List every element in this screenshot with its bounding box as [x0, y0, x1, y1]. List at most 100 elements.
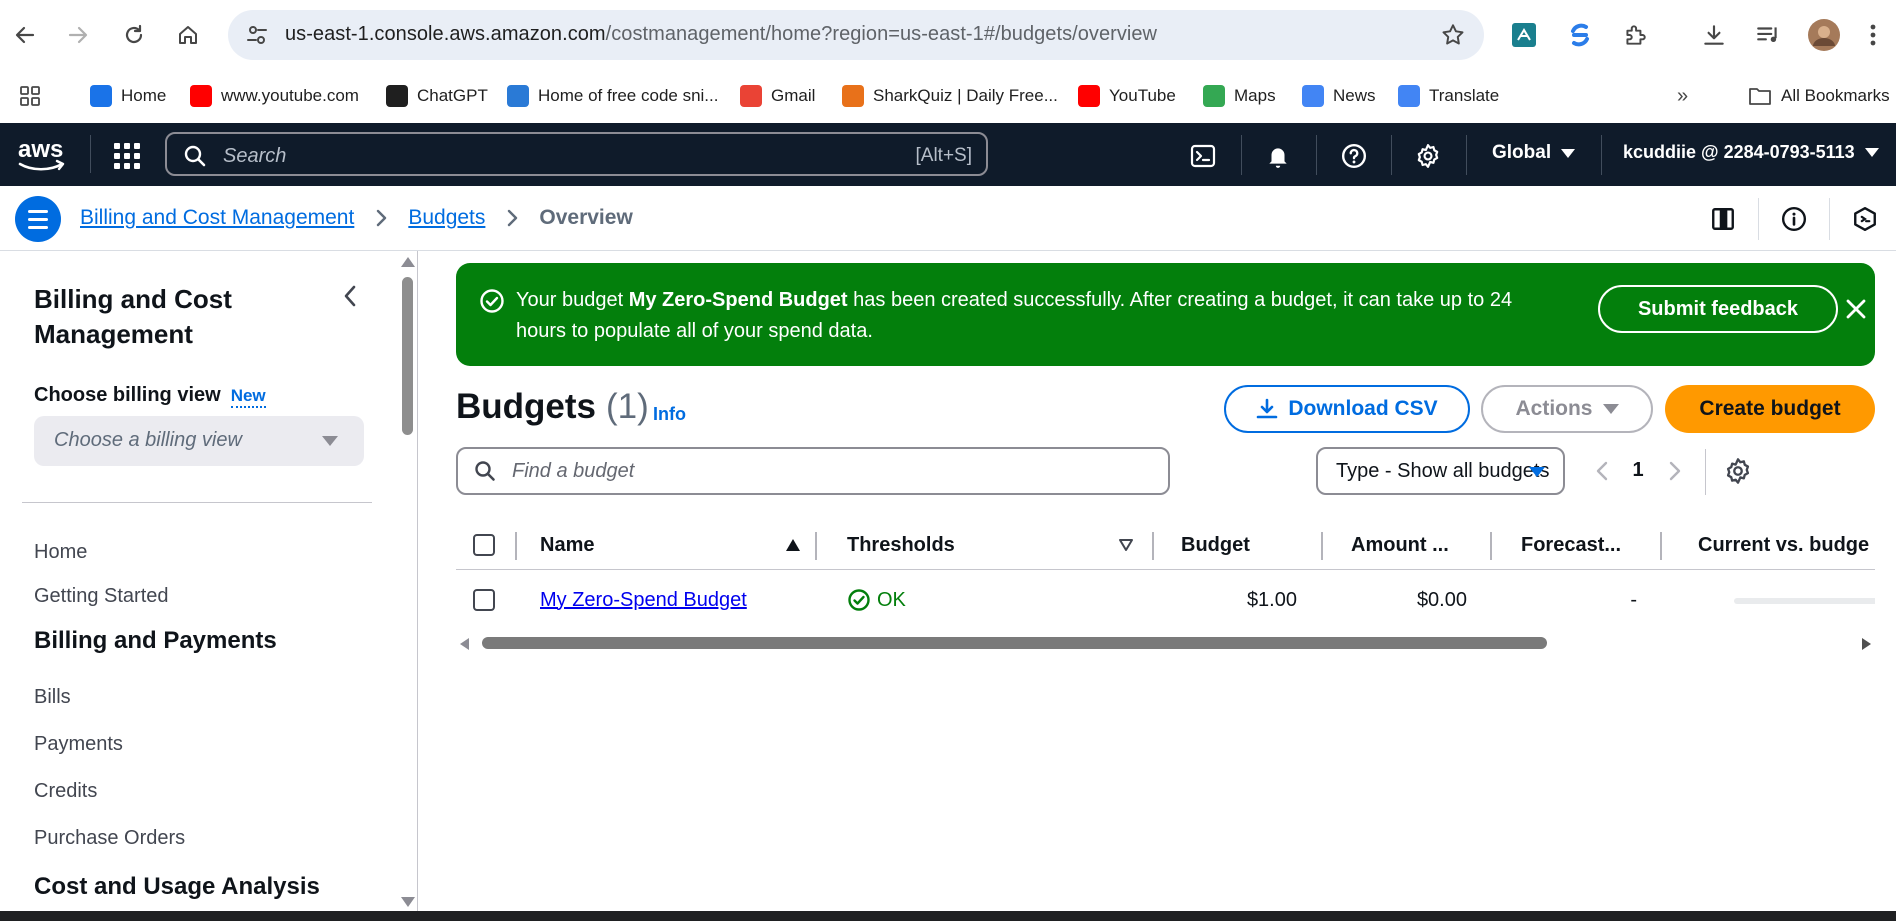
downloads-icon[interactable]	[1697, 18, 1731, 52]
submit-feedback-button[interactable]: Submit feedback	[1598, 285, 1838, 333]
cloudshell-icon[interactable]	[1186, 139, 1220, 173]
forward-arrow-icon	[68, 26, 88, 44]
billing-view-select[interactable]: Choose a billing view	[34, 416, 364, 466]
create-budget-button[interactable]: Create budget	[1665, 385, 1875, 433]
pagination-previous-button[interactable]	[1590, 458, 1614, 484]
reload-icon	[125, 24, 143, 44]
bookmark-item[interactable]: Gmail	[740, 80, 815, 112]
scroll-down-arrow-icon[interactable]	[401, 897, 415, 907]
side-nav-purchase-orders[interactable]: Purchase Orders	[34, 827, 185, 850]
back-button[interactable]	[8, 18, 42, 52]
address-bar[interactable]: us-east-1.console.aws.amazon.com/costman…	[228, 10, 1484, 60]
sort-descending-icon[interactable]	[1118, 538, 1134, 552]
settings-gear-icon[interactable]	[1411, 139, 1445, 173]
scroll-left-arrow-icon[interactable]	[460, 638, 469, 650]
side-nav-bills[interactable]: Bills	[34, 686, 71, 709]
bookmark-item[interactable]: SharkQuiz | Daily Free...	[842, 80, 1058, 112]
new-badge[interactable]: New	[230, 386, 266, 408]
column-header-name[interactable]: Name	[540, 520, 594, 570]
bookmark-item[interactable]: Home of free code sni...	[507, 80, 718, 112]
bookmark-star-icon[interactable]	[1440, 22, 1466, 48]
column-header-amount[interactable]: Amount ...	[1351, 520, 1449, 570]
scroll-up-arrow-icon[interactable]	[401, 257, 415, 267]
side-nav-payments[interactable]: Payments	[34, 733, 123, 756]
budget-name-link[interactable]: My Zero-Spend Budget	[540, 589, 747, 612]
breadcrumb-current: Overview	[539, 206, 633, 229]
column-header-forecast[interactable]: Forecast...	[1521, 520, 1621, 570]
pagination-page-1[interactable]: 1	[1622, 459, 1654, 482]
bookmark-item[interactable]: www.youtube.com	[190, 80, 359, 112]
column-header-budget[interactable]: Budget	[1181, 520, 1250, 570]
budgets-table: Name Thresholds Budget Amount ... Foreca…	[456, 520, 1875, 650]
side-nav-close-button[interactable]	[336, 281, 364, 311]
column-header-current-vs-budget[interactable]: Current vs. budge	[1698, 520, 1869, 570]
flash-dismiss-button[interactable]	[1838, 285, 1874, 333]
column-separator[interactable]	[1660, 532, 1662, 560]
sort-ascending-icon[interactable]	[785, 538, 801, 552]
home-icon	[179, 26, 197, 44]
home-button[interactable]	[171, 18, 205, 52]
site-info-icon[interactable]	[244, 22, 270, 48]
actions-dropdown-button[interactable]: Actions	[1481, 385, 1653, 433]
home-bookmark-icon	[90, 85, 112, 107]
actual-amount: $0.00	[1416, 588, 1467, 611]
column-separator[interactable]	[1321, 532, 1323, 560]
check-circle-icon	[480, 289, 504, 313]
breadcrumb-budgets-link[interactable]: Budgets	[408, 206, 485, 230]
scroll-right-arrow-icon[interactable]	[1862, 638, 1871, 650]
bookmark-item[interactable]: Home	[90, 80, 166, 112]
bookmarks-overflow-button[interactable]: »	[1677, 80, 1688, 112]
extension-1-icon[interactable]	[1507, 18, 1541, 52]
bookmark-item[interactable]: ChatGPT	[386, 80, 488, 112]
column-separator[interactable]	[815, 532, 817, 560]
info-link[interactable]: Info	[653, 404, 686, 425]
extensions-puzzle-icon[interactable]	[1618, 18, 1652, 52]
account-menu[interactable]: kcuddiie @ 2284-0793-5113	[1623, 142, 1879, 163]
help-icon[interactable]	[1337, 139, 1371, 173]
forward-button[interactable]	[61, 18, 95, 52]
region-selector[interactable]: Global	[1492, 142, 1576, 164]
bookmark-item[interactable]: Maps	[1203, 80, 1276, 112]
side-nav-getting-started[interactable]: Getting Started	[34, 585, 169, 608]
breadcrumb-billing-link[interactable]: Billing and Cost Management	[80, 206, 354, 230]
column-header-thresholds[interactable]: Thresholds	[847, 520, 955, 570]
extension-2-icon[interactable]	[1563, 18, 1597, 52]
info-panel-icon[interactable]	[1778, 203, 1810, 235]
bookmark-item[interactable]: YouTube	[1078, 80, 1176, 112]
side-nav-credits[interactable]: Credits	[34, 780, 97, 803]
aws-search-input[interactable]: Search [Alt+S]	[165, 132, 988, 176]
all-bookmarks-button[interactable]: All Bookmarks	[1748, 80, 1890, 112]
table-horizontal-scrollbar[interactable]	[456, 636, 1875, 652]
side-nav-home[interactable]: Home	[34, 541, 87, 564]
aws-logo[interactable]: aws	[16, 135, 68, 175]
download-csv-button[interactable]: Download CSV	[1224, 385, 1470, 433]
notifications-bell-icon[interactable]	[1261, 139, 1295, 173]
horizontal-scroll-thumb[interactable]	[482, 637, 1547, 649]
row-select-checkbox[interactable]	[473, 589, 495, 611]
side-nav-scroll-thumb[interactable]	[402, 277, 413, 435]
search-icon	[184, 145, 206, 167]
pagination-next-button[interactable]	[1663, 458, 1687, 484]
billing-view-label-text: Choose billing view	[34, 384, 221, 406]
profile-avatar[interactable]	[1807, 18, 1841, 52]
media-queue-icon[interactable]	[1751, 18, 1785, 52]
split-panel-icon[interactable]	[1707, 203, 1739, 235]
sharkquiz-icon	[842, 85, 864, 107]
column-separator[interactable]	[1152, 532, 1154, 560]
type-filter-select[interactable]: Type - Show all budgets	[1316, 447, 1565, 495]
main-content: Your budget My Zero-Spend Budget has bee…	[419, 251, 1896, 911]
table-preferences-button[interactable]	[1724, 457, 1752, 485]
column-separator[interactable]	[1490, 532, 1492, 560]
amazon-q-icon[interactable]	[1849, 203, 1881, 235]
side-nav-toggle-button[interactable]	[15, 196, 61, 242]
flash-message: Your budget My Zero-Spend Budget has bee…	[516, 285, 1516, 347]
services-grid-icon[interactable]	[110, 139, 144, 173]
bookmark-item[interactable]: News	[1302, 80, 1376, 112]
browser-menu-icon[interactable]	[1863, 18, 1883, 52]
reload-button[interactable]	[117, 18, 151, 52]
actions-label: Actions	[1515, 397, 1593, 420]
bookmark-item[interactable]: Translate	[1398, 80, 1499, 112]
select-all-checkbox[interactable]	[473, 534, 495, 556]
find-budget-input[interactable]: Find a budget	[456, 447, 1170, 495]
apps-grid-icon[interactable]	[18, 80, 42, 112]
